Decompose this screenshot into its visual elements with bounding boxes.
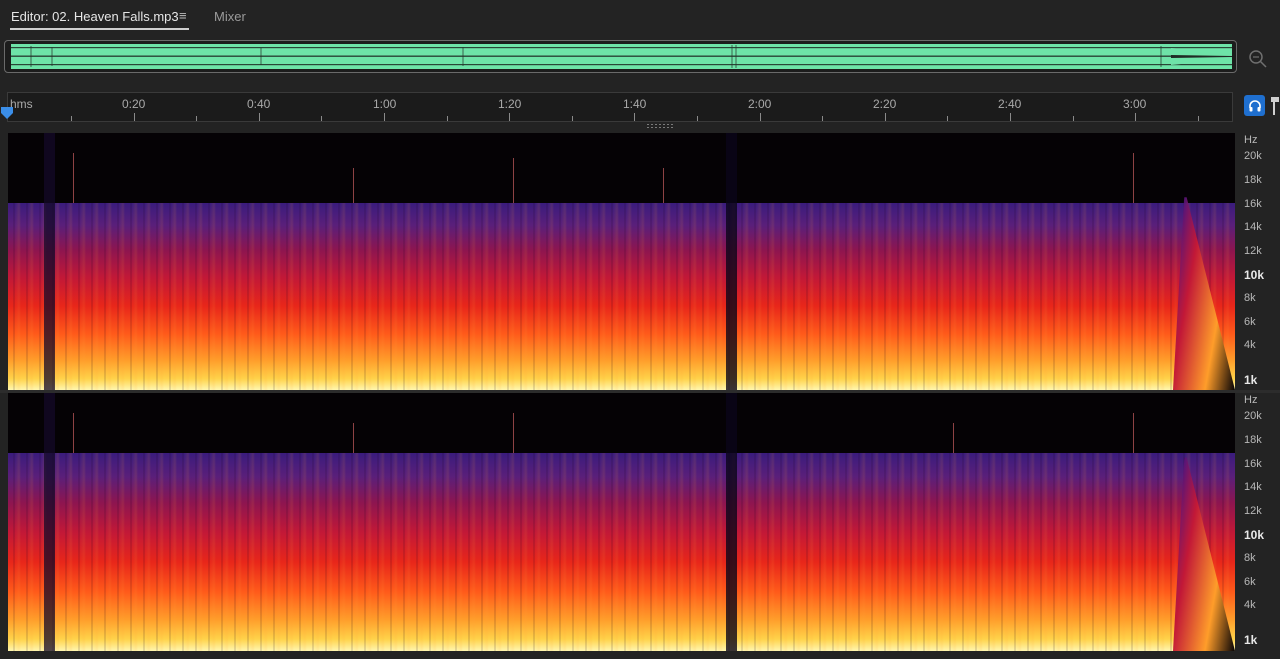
tab-mixer[interactable]: Mixer	[214, 9, 246, 24]
ruler-tick	[572, 116, 573, 121]
ruler-tick	[1198, 116, 1199, 121]
ruler-tick	[134, 113, 135, 121]
freq-label: 10k	[1244, 268, 1265, 282]
tab-bar: Editor: 02. Heaven Falls.mp3 ≡ Mixer	[0, 0, 1280, 34]
ruler-tick	[447, 116, 448, 121]
freq-label: 12k	[1244, 245, 1262, 257]
tab-editor[interactable]: Editor: 02. Heaven Falls.mp3	[11, 9, 179, 24]
freq-label: 18k	[1244, 434, 1262, 446]
freq-label: 4k	[1244, 339, 1256, 351]
overview-waveform	[11, 45, 1232, 68]
resize-handle-icon[interactable]	[647, 124, 677, 128]
spectrogram-channel-left[interactable]	[8, 133, 1235, 390]
ruler-tick	[321, 116, 322, 121]
transient-line	[1133, 153, 1134, 203]
spectral-gap	[726, 133, 737, 390]
freq-label: 10k	[1244, 528, 1265, 542]
freq-label: 1k	[1244, 373, 1258, 387]
ruler-tick	[196, 116, 197, 121]
spectral-energy	[8, 453, 1235, 651]
transient-line	[73, 153, 74, 203]
ruler-tick	[1135, 113, 1136, 121]
ruler-tick	[947, 116, 948, 121]
time-label: 1:00	[373, 97, 397, 111]
headphones-icon[interactable]	[1244, 95, 1265, 116]
transient-line	[1133, 413, 1134, 453]
ruler-tick	[697, 116, 698, 121]
time-label: 1:20	[498, 97, 522, 111]
freq-label: 14k	[1244, 481, 1262, 493]
spectral-gap	[44, 393, 55, 651]
freq-label: 12k	[1244, 505, 1262, 517]
frequency-scale-right: Hz 20k 18k 16k 14k 12k 10k 8k 6k 4k 1k	[1237, 393, 1280, 651]
freq-label: 16k	[1244, 198, 1262, 210]
transient-line	[513, 158, 514, 203]
transient-line	[353, 423, 354, 453]
freq-unit-label: Hz	[1244, 394, 1258, 406]
time-label: 1:40	[623, 97, 647, 111]
marker-icon[interactable]	[1270, 96, 1280, 116]
transient-line	[513, 413, 514, 453]
transient-line	[953, 423, 954, 453]
time-label: 0:40	[247, 97, 271, 111]
time-ruler[interactable]: hms 0:20 0:40 1:00 1:20 1:40 2:00 2:20 2…	[7, 92, 1233, 122]
ruler-tick	[259, 113, 260, 121]
freq-label: 20k	[1244, 150, 1262, 162]
ruler-tick	[71, 116, 72, 121]
freq-label: 14k	[1244, 221, 1262, 233]
time-label: 2:00	[748, 97, 772, 111]
freq-unit-label: Hz	[1244, 134, 1258, 146]
freq-label: 8k	[1244, 292, 1256, 304]
freq-label: 1k	[1244, 633, 1258, 647]
ruler-tick	[1010, 113, 1011, 121]
spectrogram-channel-right[interactable]	[8, 393, 1235, 651]
transient-line	[353, 168, 354, 203]
freq-label: 4k	[1244, 599, 1256, 611]
ruler-tick	[822, 116, 823, 121]
time-label: 3:00	[1123, 97, 1147, 111]
freq-label: 20k	[1244, 410, 1262, 422]
spectral-gap	[44, 133, 55, 390]
playhead-marker-icon[interactable]	[0, 106, 14, 120]
ruler-tick	[885, 113, 886, 121]
time-label: 2:40	[998, 97, 1022, 111]
panel-menu-icon[interactable]: ≡	[179, 8, 187, 23]
freq-label: 16k	[1244, 458, 1262, 470]
spectral-gap	[726, 393, 737, 651]
ruler-tick	[760, 113, 761, 121]
ruler-tick	[634, 113, 635, 121]
freq-label: 18k	[1244, 174, 1262, 186]
transient-line	[73, 413, 74, 453]
time-label: 0:20	[122, 97, 146, 111]
active-tab-indicator	[10, 28, 189, 30]
ruler-tick	[1073, 116, 1074, 121]
freq-label: 8k	[1244, 552, 1256, 564]
ruler-tick	[509, 113, 510, 121]
time-label: 2:20	[873, 97, 897, 111]
freq-label: 6k	[1244, 576, 1256, 588]
transient-line	[663, 168, 664, 203]
zoom-magnifier-icon[interactable]	[1246, 47, 1268, 69]
frequency-scale-left: Hz 20k 18k 16k 14k 12k 10k 8k 6k 4k 1k	[1237, 133, 1280, 390]
spectral-energy	[8, 203, 1235, 390]
overview-navigator[interactable]	[4, 40, 1237, 73]
freq-label: 6k	[1244, 316, 1256, 328]
ruler-tick	[384, 113, 385, 121]
